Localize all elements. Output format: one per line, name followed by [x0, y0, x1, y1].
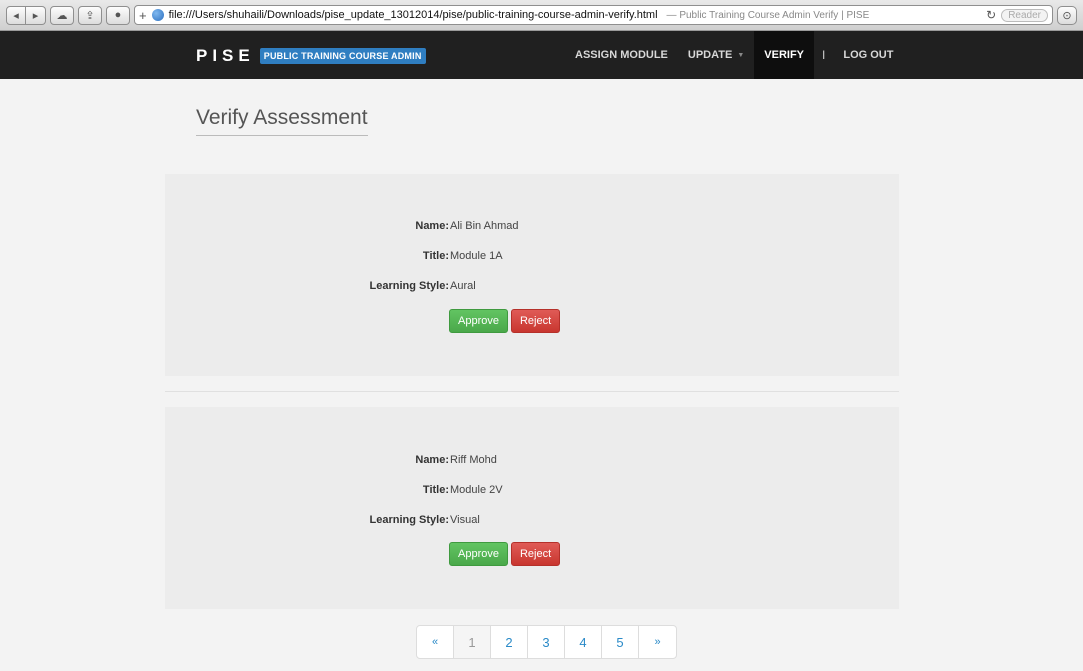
prev-page-link[interactable]: «	[417, 626, 454, 658]
brand-name[interactable]: PISE	[196, 46, 255, 66]
nav-log-out-label: LOG OUT	[843, 49, 894, 61]
page-title: Verify Assessment	[196, 106, 368, 136]
reject-button[interactable]: Reject	[510, 309, 561, 333]
navbar: PISE PUBLIC TRAINING COURSE ADMIN ASSIGN…	[0, 31, 1083, 79]
name-label: Name:	[415, 454, 449, 466]
back-button[interactable]: ◂	[6, 5, 26, 25]
approve-button[interactable]: Approve	[449, 309, 508, 333]
reject-button[interactable]: Reject	[510, 542, 561, 566]
nav-assign-module-label: ASSIGN MODULE	[575, 49, 668, 61]
page-link-5[interactable]: 5	[602, 626, 639, 658]
approve-button[interactable]: Approve	[449, 542, 508, 566]
page-link-4[interactable]: 4	[565, 626, 602, 658]
address-bar[interactable]: + file:///Users/shuhaili/Downloads/pise_…	[134, 5, 1053, 25]
next-page-link[interactable]: »	[639, 626, 676, 658]
name-row: Name: Riff Mohd	[165, 454, 899, 474]
title-label: Title:	[422, 250, 449, 262]
name-label: Name:	[415, 220, 449, 232]
learning-style-label: Learning Style:	[369, 280, 449, 292]
card-actions: Approve Reject	[449, 309, 561, 333]
learning-style-value: Visual	[450, 514, 480, 526]
reload-icon[interactable]: ↻	[986, 8, 996, 22]
title-value: Module 1A	[450, 250, 503, 262]
downloads-icon[interactable]: ⊙	[1057, 5, 1077, 25]
card-actions: Approve Reject	[449, 542, 561, 566]
page-link-2[interactable]: 2	[491, 626, 528, 658]
page-link-3[interactable]: 3	[528, 626, 565, 658]
icloud-icon[interactable]: ☁	[50, 5, 74, 25]
brand-badge: PUBLIC TRAINING COURSE ADMIN	[259, 48, 426, 64]
reader-button[interactable]: Reader	[1001, 8, 1048, 22]
title-row: Title: Module 1A	[165, 250, 899, 270]
stop-icon[interactable]: ●	[106, 5, 130, 25]
page-title-text: — Public Training Course Admin Verify | …	[666, 9, 870, 21]
learning-style-value: Aural	[450, 280, 476, 292]
name-value: Riff Mohd	[450, 454, 497, 466]
title-row: Title: Module 2V	[165, 484, 899, 504]
title-label: Title:	[422, 484, 449, 496]
nav-separator: I	[822, 48, 826, 62]
name-row: Name: Ali Bin Ahmad	[165, 220, 899, 240]
caret-down-icon: ▼	[737, 51, 745, 59]
divider	[165, 391, 899, 392]
learning-style-label: Learning Style:	[369, 514, 449, 526]
nav-log-out[interactable]: LOG OUT	[833, 31, 903, 79]
nav-assign-module[interactable]: ASSIGN MODULE	[565, 31, 678, 79]
brand[interactable]: PISE PUBLIC TRAINING COURSE ADMIN	[196, 46, 426, 66]
nav-verify-label: VERIFY	[764, 49, 804, 61]
nav-update-label: UPDATE	[687, 49, 733, 61]
page-link-1[interactable]: 1	[454, 626, 491, 658]
nav-update-dropdown[interactable]: UPDATE ▼	[678, 31, 754, 79]
history-buttons: ◂ ▸	[6, 5, 46, 25]
share-icon[interactable]: ⇪	[78, 5, 102, 25]
add-bookmark-icon[interactable]: +	[139, 8, 147, 23]
pagination: « 1 2 3 4 5 »	[416, 625, 677, 659]
learning-style-row: Learning Style: Visual	[165, 514, 899, 534]
nav-verify[interactable]: VERIFY	[754, 31, 814, 79]
globe-icon	[151, 9, 164, 21]
title-value: Module 2V	[450, 484, 503, 496]
assessment-card: Name: Ali Bin Ahmad Title: Module 1A Lea…	[165, 174, 899, 376]
url-text[interactable]: file:///Users/shuhaili/Downloads/pise_up…	[169, 9, 658, 21]
forward-button[interactable]: ▸	[26, 5, 46, 25]
assessment-card: Name: Riff Mohd Title: Module 2V Learnin…	[165, 407, 899, 609]
name-value: Ali Bin Ahmad	[450, 220, 519, 232]
nav-menu: ASSIGN MODULE UPDATE ▼ VERIFY I LOG OUT	[565, 31, 903, 79]
browser-toolbar: ◂ ▸ ☁ ⇪ ● + file:///Users/shuhaili/Downl…	[0, 0, 1083, 31]
learning-style-row: Learning Style: Aural	[165, 280, 899, 300]
